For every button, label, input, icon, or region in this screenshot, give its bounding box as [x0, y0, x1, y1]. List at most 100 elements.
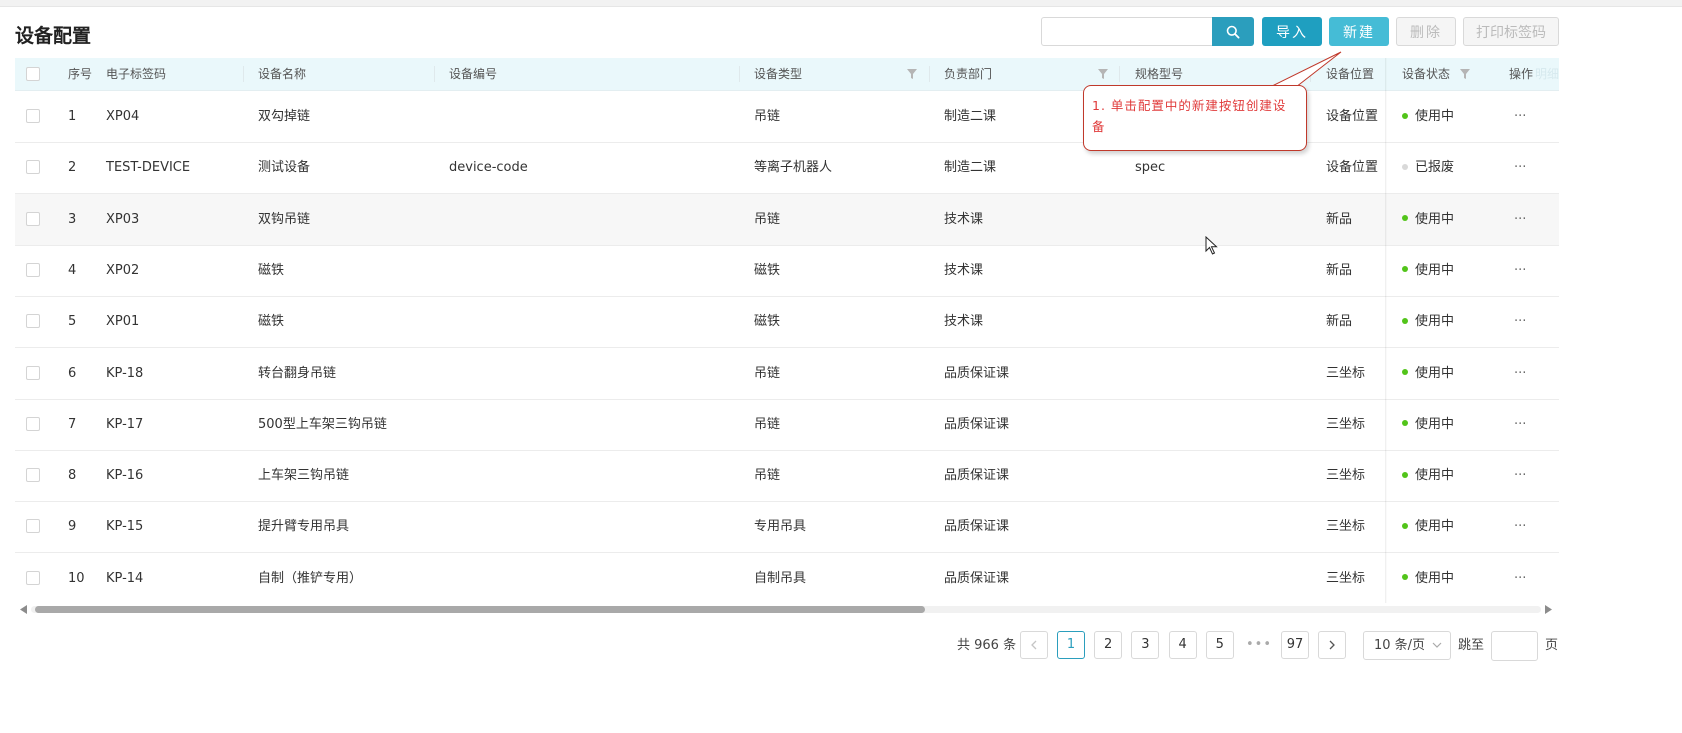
cell-name: 磁铁 [258, 262, 285, 278]
search-input[interactable] [1041, 17, 1213, 46]
cell-name: 上车架三钩吊链 [258, 468, 350, 484]
cell-type: 吊链 [754, 365, 781, 381]
cell-type: 吊链 [754, 109, 781, 124]
row-more-actions-button[interactable]: ··· [1514, 296, 1526, 347]
table-row[interactable]: 2 TEST-DEVICE 测试设备 device-code 等离子机器人 制造二课 spe… [15, 142, 1559, 195]
cell-dept: 品质保证课 [944, 519, 1010, 535]
cell-seq: 3 [68, 211, 77, 227]
status-filter-icon[interactable] [1460, 69, 1470, 79]
table-row[interactable]: 4 XP02 磁铁 磁铁 技术课 新品 使用中 ··· [15, 245, 1559, 297]
status-dot-icon [1402, 317, 1408, 324]
cell-location: 设备位置 [1326, 109, 1379, 124]
scroll-thumb[interactable] [35, 606, 925, 613]
row-more-actions-button[interactable]: ··· [1514, 245, 1526, 296]
cell-location: 设备位置 [1326, 160, 1379, 176]
page-size-select[interactable]: 10 条/页 [1363, 631, 1451, 660]
row-checkbox[interactable] [26, 468, 40, 483]
table-row[interactable]: 8 KP-16 上车架三钩吊链 吊链 品质保证课 三坐标 使用中 ··· [15, 450, 1559, 503]
table-row[interactable]: 10 KP-14 自制（推铲专用） 自制吊具 品质保证课 三坐标 使用中 ··· [15, 553, 1559, 603]
row-checkbox[interactable] [26, 262, 40, 277]
cell-code: device-code [449, 160, 528, 176]
callout-pointer [1269, 51, 1342, 88]
page-3[interactable]: 3 [1131, 631, 1160, 659]
cell-name: 双勾掉链 [258, 109, 311, 124]
table-row[interactable]: 9 KP-15 提升臂专用吊具 专用吊具 品质保证课 三坐标 使用中 ··· [15, 501, 1559, 554]
callout-text: 1. 单击配置中的新建按钮创建设备 [1092, 98, 1287, 134]
tutorial-callout: 1. 单击配置中的新建按钮创建设备 [1083, 85, 1307, 151]
row-checkbox[interactable] [26, 570, 40, 585]
col-ops: 操作 [1509, 67, 1534, 81]
type-filter-icon[interactable] [907, 69, 917, 79]
status-text: 已报废 [1415, 160, 1455, 176]
status-dot-icon [1402, 471, 1408, 478]
print-tag-button[interactable]: 打印标签码 [1463, 17, 1559, 46]
cell-tag: XP02 [106, 262, 140, 278]
col-name: 设备名称 [258, 67, 307, 81]
page-1[interactable]: 1 [1057, 631, 1085, 659]
page-title: 设备配置 [15, 25, 92, 47]
page-2[interactable]: 2 [1094, 631, 1123, 659]
col-status: 设备状态 [1402, 67, 1451, 81]
page-5[interactable]: 5 [1205, 631, 1234, 659]
row-more-actions-button[interactable]: ··· [1514, 91, 1526, 142]
pagination-total: 共 966 条 [957, 638, 1017, 653]
cell-name: 自制（推铲专用） [258, 570, 363, 586]
cell-tag: XP04 [106, 109, 140, 124]
prev-page-button[interactable] [1020, 631, 1048, 659]
new-button[interactable]: 新建 [1329, 17, 1389, 46]
status-text: 使用中 [1415, 519, 1455, 535]
select-all-checkbox[interactable] [26, 67, 40, 81]
cell-tag: XP01 [106, 314, 140, 330]
row-more-actions-button[interactable]: ··· [1514, 348, 1526, 399]
row-more-actions-button[interactable]: ··· [1514, 553, 1526, 603]
scroll-left-icon[interactable] [20, 605, 28, 614]
page-4[interactable]: 4 [1168, 631, 1197, 659]
row-checkbox[interactable] [26, 211, 40, 226]
row-checkbox[interactable] [26, 160, 40, 175]
dept-filter-icon[interactable] [1098, 69, 1108, 79]
cell-type: 吊链 [754, 416, 781, 432]
cell-type: 自制吊具 [754, 570, 807, 586]
cell-dept: 技术课 [944, 211, 984, 227]
cell-location: 新品 [1326, 314, 1353, 330]
jump-page-input[interactable] [1491, 631, 1538, 661]
cell-location: 新品 [1326, 211, 1353, 227]
table-row[interactable]: 1 XP04 双勾掉链 吊链 制造二课 设备位置 使用中 ··· [15, 91, 1559, 143]
cell-seq: 5 [68, 314, 77, 330]
pagination-ellipsis[interactable]: ••• [1245, 631, 1273, 659]
cell-status: 已报废 [1402, 142, 1454, 193]
table-row[interactable]: 5 XP01 磁铁 磁铁 技术课 新品 使用中 ··· [15, 296, 1559, 349]
row-checkbox[interactable] [26, 519, 40, 534]
mouse-cursor-icon [1205, 236, 1218, 255]
cell-status: 使用中 [1402, 296, 1454, 347]
table-row[interactable]: 6 KP-18 转台翻身吊链 吊链 品质保证课 三坐标 使用中 ··· [15, 348, 1559, 400]
status-dot-icon [1402, 369, 1408, 375]
cell-location: 三坐标 [1326, 468, 1366, 484]
cell-status: 使用中 [1402, 91, 1454, 142]
row-more-actions-button[interactable]: ··· [1514, 399, 1526, 450]
row-more-actions-button[interactable]: ··· [1514, 142, 1526, 193]
cell-status: 使用中 [1402, 245, 1454, 296]
cell-seq: 8 [68, 468, 77, 484]
status-text: 使用中 [1415, 262, 1455, 278]
col-type: 设备类型 [754, 67, 803, 81]
horizontal-scrollbar[interactable] [15, 603, 1559, 615]
row-checkbox[interactable] [26, 314, 40, 329]
col-seq: 序号 [68, 67, 93, 81]
row-more-actions-button[interactable]: ··· [1514, 450, 1526, 501]
row-checkbox[interactable] [26, 365, 40, 380]
delete-button[interactable]: 删除 [1396, 17, 1456, 46]
page-last[interactable]: 97 [1281, 631, 1309, 659]
table-row[interactable]: 7 KP-17 500型上车架三钩吊链 吊链 品质保证课 三坐标 使用中 ··· [15, 399, 1559, 451]
import-button[interactable]: 导入 [1262, 17, 1322, 46]
row-more-actions-button[interactable]: ··· [1514, 194, 1526, 245]
cell-location: 三坐标 [1326, 570, 1366, 586]
table-row[interactable]: 3 XP03 双钩吊链 吊链 技术课 新品 使用中 ··· [15, 193, 1559, 246]
scroll-right-icon[interactable] [1544, 605, 1552, 614]
row-checkbox[interactable] [26, 109, 40, 123]
row-more-actions-button[interactable]: ··· [1514, 501, 1526, 552]
cell-status: 使用中 [1402, 399, 1454, 450]
row-checkbox[interactable] [26, 416, 40, 431]
search-button[interactable] [1212, 17, 1254, 46]
next-page-button[interactable] [1318, 631, 1346, 659]
